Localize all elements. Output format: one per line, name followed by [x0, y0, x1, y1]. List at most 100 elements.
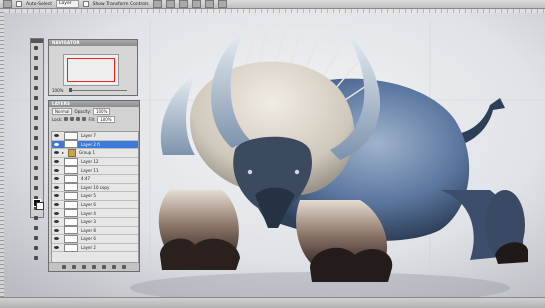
layer-row[interactable]: Layer 3 [52, 217, 138, 227]
navigator-zoom-slider-knob[interactable] [69, 88, 72, 92]
dodge-icon[interactable] [32, 174, 38, 181]
auto-select-dropdown[interactable]: Layer [56, 0, 79, 8]
adjustment-layer-icon[interactable] [92, 265, 96, 269]
align-middle-icon[interactable] [165, 0, 175, 8]
visibility-eye-icon[interactable] [54, 141, 60, 147]
layer-row[interactable]: Layer 8 [52, 226, 138, 236]
layer-row[interactable]: Layer 2 fi [52, 140, 138, 150]
hand-icon[interactable] [32, 244, 38, 251]
3d-orbit-icon[interactable] [32, 234, 38, 241]
navigator-panel: NAVIGATOR 100% [48, 39, 138, 96]
layer-name: Layer 7 [81, 133, 96, 139]
visibility-eye-icon[interactable] [54, 236, 60, 242]
align-bottom-icon[interactable] [178, 0, 188, 8]
pen-icon[interactable] [32, 184, 38, 191]
layer-thumbnail [64, 157, 78, 166]
opacity-field[interactable]: 100% [92, 107, 111, 115]
visibility-eye-icon[interactable] [54, 133, 60, 139]
shape-icon[interactable] [32, 214, 38, 221]
healing-icon[interactable] [32, 104, 38, 111]
horizontal-ruler [4, 9, 545, 13]
eraser-icon[interactable] [32, 144, 38, 151]
auto-select-checkbox[interactable] [16, 1, 22, 7]
align-right-icon[interactable] [217, 0, 227, 8]
delete-layer-icon[interactable] [122, 265, 126, 269]
layer-name: 4:47 [81, 176, 90, 182]
layer-row[interactable]: Layer 12 [52, 157, 138, 167]
layer-row[interactable]: Layer 4 [52, 209, 138, 218]
status-bar [0, 297, 545, 308]
layer-row[interactable]: Layer 6 [52, 234, 138, 244]
lock-transparent-icon[interactable] [64, 117, 69, 121]
layer-row[interactable]: Layer 2 [52, 243, 138, 253]
move-tool-icon[interactable] [3, 0, 12, 8]
navigator-view-box[interactable] [67, 58, 115, 82]
visibility-eye-icon[interactable] [54, 219, 60, 225]
link-layers-icon[interactable] [62, 265, 66, 269]
align-top-icon[interactable] [152, 0, 162, 8]
quick-select-icon[interactable] [32, 74, 38, 81]
layer-thumbnail [64, 174, 78, 183]
layer-name: Layer 2 fi [81, 141, 100, 147]
navigator-title[interactable]: NAVIGATOR [49, 40, 137, 46]
blend-mode-dropdown[interactable]: Normal [52, 107, 73, 115]
lock-all-icon[interactable] [82, 117, 87, 121]
lock-label: Lock: [52, 116, 63, 122]
align-center-icon[interactable] [204, 0, 214, 8]
crop-icon[interactable] [32, 84, 38, 91]
stamp-icon[interactable] [32, 124, 38, 131]
visibility-eye-icon[interactable] [54, 210, 60, 216]
move-icon[interactable] [32, 44, 38, 51]
layer-thumbnail [64, 226, 78, 235]
blur-icon[interactable] [32, 164, 38, 171]
layer-thumbnail [64, 191, 78, 200]
navigator-zoom-value[interactable]: 100% [52, 88, 63, 93]
zoom-icon[interactable] [32, 254, 38, 261]
layer-row[interactable]: Layer 10 copy [52, 183, 138, 193]
visibility-eye-icon[interactable] [54, 184, 60, 190]
expand-group-icon[interactable] [62, 151, 64, 154]
3d-rotate-icon[interactable] [32, 224, 38, 231]
new-layer-icon[interactable] [112, 265, 116, 269]
layer-name: Layer 10 copy [81, 184, 110, 190]
layer-thumbnail [64, 217, 78, 226]
visibility-eye-icon[interactable] [54, 227, 60, 233]
lasso-icon[interactable] [32, 64, 38, 71]
show-transform-checkbox[interactable] [82, 1, 89, 7]
layer-row[interactable]: Layer 11 [52, 166, 138, 175]
visibility-eye-icon[interactable] [54, 202, 60, 208]
lock-pixels-icon[interactable] [70, 117, 75, 121]
layer-row[interactable]: 4:47 [52, 174, 138, 184]
brush-icon[interactable] [32, 114, 38, 121]
tools-panel-header[interactable] [31, 39, 43, 43]
fill-field[interactable]: 100% [97, 115, 115, 123]
background-color-swatch[interactable] [36, 202, 44, 210]
visibility-eye-icon[interactable] [54, 176, 60, 182]
new-group-icon[interactable] [102, 265, 106, 269]
tools-panel [30, 38, 44, 260]
lock-position-icon[interactable] [76, 117, 81, 121]
layer-name: Layer 3 [81, 219, 96, 225]
visibility-eye-icon[interactable] [54, 167, 60, 173]
layer-thumbnail [64, 243, 78, 252]
visibility-eye-icon[interactable] [54, 150, 60, 156]
layer-style-icon[interactable] [72, 265, 76, 269]
marquee-icon[interactable] [32, 54, 38, 61]
visibility-eye-icon[interactable] [54, 193, 60, 199]
layer-row[interactable]: Layer 6 [52, 200, 138, 210]
eyedropper-icon[interactable] [32, 94, 38, 101]
gradient-icon[interactable] [32, 154, 38, 161]
layer-row[interactable]: Layer 5 [52, 191, 138, 201]
navigator-thumbnail[interactable] [63, 54, 119, 86]
navigator-zoom-slider[interactable] [69, 90, 127, 91]
layer-mask-icon[interactable] [82, 265, 86, 269]
visibility-eye-icon[interactable] [54, 159, 60, 165]
history-brush-icon[interactable] [32, 134, 38, 141]
layer-group-row[interactable]: Group 1 [52, 148, 138, 158]
layer-name: Layer 11 [81, 167, 99, 173]
align-left-icon[interactable] [191, 0, 201, 8]
blend-row: Normal Opacity: 100% [49, 107, 139, 115]
layer-row[interactable]: Layer 7 [52, 132, 138, 141]
visibility-eye-icon[interactable] [54, 245, 60, 251]
layer-thumbnail [64, 140, 78, 149]
